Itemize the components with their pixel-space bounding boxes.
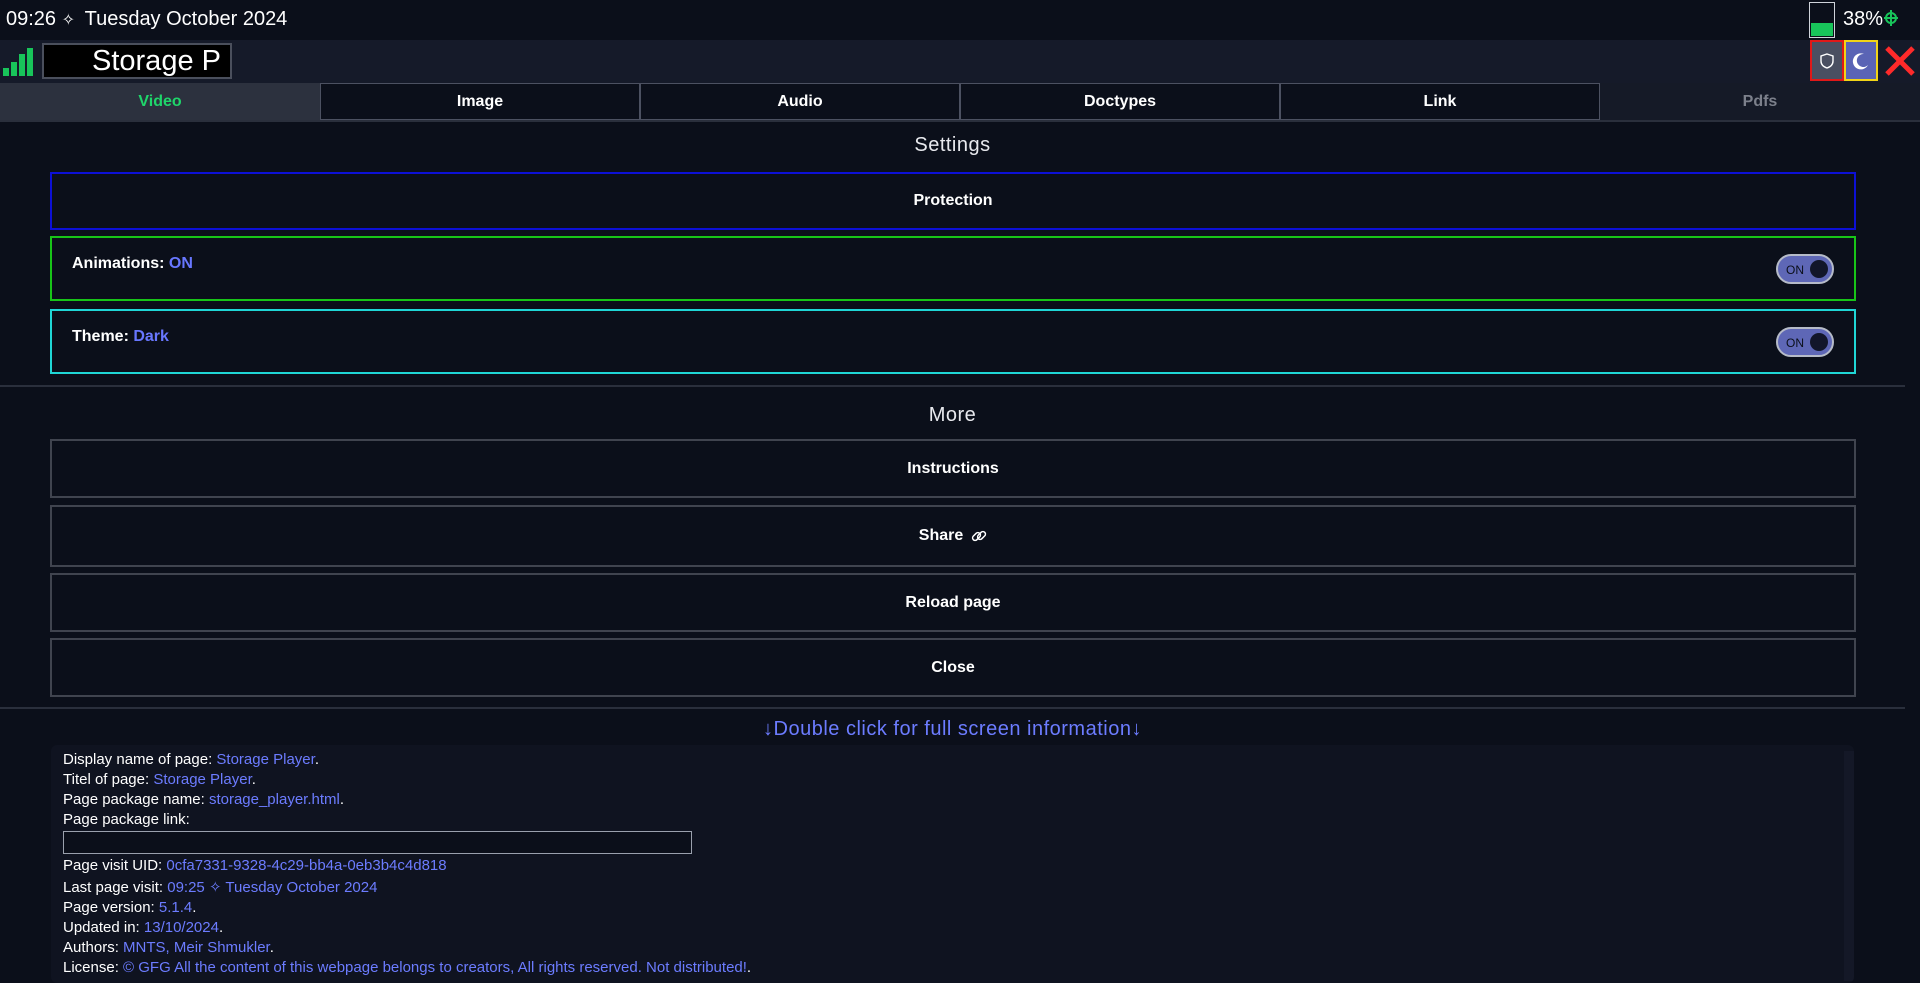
info-value: 0cfa7331-9328-4c29-bb4a-0eb3b4c4d818 (166, 857, 447, 874)
info-row-version: Page version: 5.1.4. (63, 898, 1842, 918)
info-label: Page package name: (63, 791, 209, 808)
plug-icon (1884, 10, 1898, 31)
battery-indicator: 38% (1808, 2, 1898, 38)
info-scrollbar[interactable] (1844, 751, 1854, 981)
info-label: Titel of page: (63, 771, 154, 788)
settings-title: Settings (914, 134, 991, 156)
clock: 09:26 ✧ Tuesday October 2024 (6, 8, 287, 31)
tab-audio[interactable]: Audio (640, 83, 960, 120)
animations-label: Animations: ON (72, 255, 193, 273)
info-value: 13/10/2024 (143, 919, 219, 936)
close-icon (1885, 45, 1915, 76)
section-divider (0, 385, 1905, 387)
info-row-last-visit: Last page visit: 09:25 ✧ Tuesday October… (63, 878, 1842, 898)
info-value: 09:25 ✧ Tuesday October 2024 (167, 879, 378, 896)
tab-doctypes[interactable]: Doctypes (960, 83, 1280, 120)
info-end: . (251, 771, 256, 788)
info-label: License: (63, 959, 124, 976)
close-button[interactable]: Close (50, 638, 1856, 697)
info-value: Storage Player (216, 751, 315, 768)
theme-toggle-state: ON (1786, 335, 1804, 350)
theme-label: Theme: Dark (72, 328, 169, 346)
info-value: 5.1.4 (158, 899, 193, 916)
shield-icon (1820, 52, 1834, 69)
info-value: storage_player.html (208, 791, 340, 808)
animations-toggle[interactable]: ON (1776, 253, 1834, 284)
reload-page-button[interactable]: Reload page (50, 573, 1856, 632)
theme-label-text: Theme: (72, 327, 134, 345)
tab-link[interactable]: Link (1280, 83, 1600, 120)
info-value: MNTS, Meir Shmukler (123, 939, 270, 956)
info-label: Page version: (63, 899, 159, 916)
info-row-display-name: Display name of page: Storage Player. (63, 750, 1842, 770)
info-row-title: Titel of page: Storage Player. (63, 770, 1842, 790)
animations-value: ON (168, 254, 193, 272)
protection-toggle-button[interactable] (1810, 40, 1844, 81)
info-end: . (192, 899, 197, 916)
toggle-knob-icon (1810, 259, 1828, 278)
animations-toggle-state: ON (1786, 262, 1804, 277)
info-row-package-name: Page package name: storage_player.html. (63, 790, 1842, 810)
info-label: Display name of page: (63, 751, 217, 768)
info-label: Updated in: (63, 919, 144, 936)
protection-button[interactable]: Protection (50, 172, 1856, 230)
toggle-knob-icon (1810, 332, 1828, 351)
info-value: Storage Player (153, 771, 252, 788)
share-button[interactable]: Share (50, 505, 1856, 567)
theme-toggle-button[interactable] (1844, 40, 1878, 81)
more-title: More (928, 404, 977, 426)
tab-pdfs[interactable]: Pdfs (1600, 83, 1920, 120)
animations-label-text: Animations: (72, 254, 169, 272)
info-row-visit-uid: Page visit UID: 0cfa7331-9328-4c29-bb4a-… (63, 856, 1842, 876)
instructions-button[interactable]: Instructions (50, 439, 1856, 498)
info-row-license: License: © GFG All the content of this w… (63, 958, 1842, 978)
info-row-package-link: Page package link: (63, 810, 1842, 830)
tab-bar: Video Image Audio Doctypes Link Pdfs (0, 83, 1920, 122)
info-label: Page visit UID: (63, 857, 167, 874)
info-end: . (339, 791, 345, 808)
tab-image[interactable]: Image (320, 83, 640, 120)
info-row-updated: Updated in: 13/10/2024. (63, 918, 1842, 938)
theme-value: Dark (133, 327, 169, 345)
share-label: Share (918, 527, 964, 544)
info-label: Authors: (63, 939, 124, 956)
signal-bars-icon (3, 46, 41, 76)
fullscreen-info-hint[interactable]: ↓Double click for full screen informatio… (0, 718, 1905, 741)
moon-icon (1852, 52, 1868, 69)
battery-icon (1808, 2, 1835, 38)
theme-setting: Theme: Dark ON (50, 309, 1856, 374)
close-window-button[interactable] (1880, 40, 1920, 81)
section-divider (0, 707, 1905, 709)
info-end: . (746, 959, 752, 976)
tab-video[interactable]: Video (0, 83, 320, 120)
animations-setting: Animations: ON ON (50, 236, 1856, 301)
info-end: . (218, 919, 224, 936)
clock-date: Tuesday October 2024 (84, 8, 288, 30)
page-title: Storage P (42, 43, 232, 79)
title-bar: Storage P (0, 40, 1920, 83)
page-info-panel: Display name of page: Storage Player. Ti… (51, 745, 1854, 983)
battery-percent: 38% (1842, 8, 1883, 30)
package-link-field[interactable] (63, 831, 692, 854)
info-row-authors: Authors: MNTS, Meir Shmukler. (63, 938, 1842, 958)
info-label: Last page visit: (63, 879, 168, 896)
status-bar: 09:26 ✧ Tuesday October 2024 38% (0, 0, 1920, 40)
info-value: © GFG All the content of this webpage be… (123, 959, 747, 976)
clock-separator: ✧ (61, 12, 76, 29)
clock-time: 09:26 (6, 8, 57, 30)
theme-toggle[interactable]: ON (1776, 326, 1834, 357)
info-end: . (314, 751, 319, 768)
link-icon (972, 530, 987, 542)
info-label: Page package link: (63, 811, 190, 828)
info-end: . (269, 939, 274, 956)
